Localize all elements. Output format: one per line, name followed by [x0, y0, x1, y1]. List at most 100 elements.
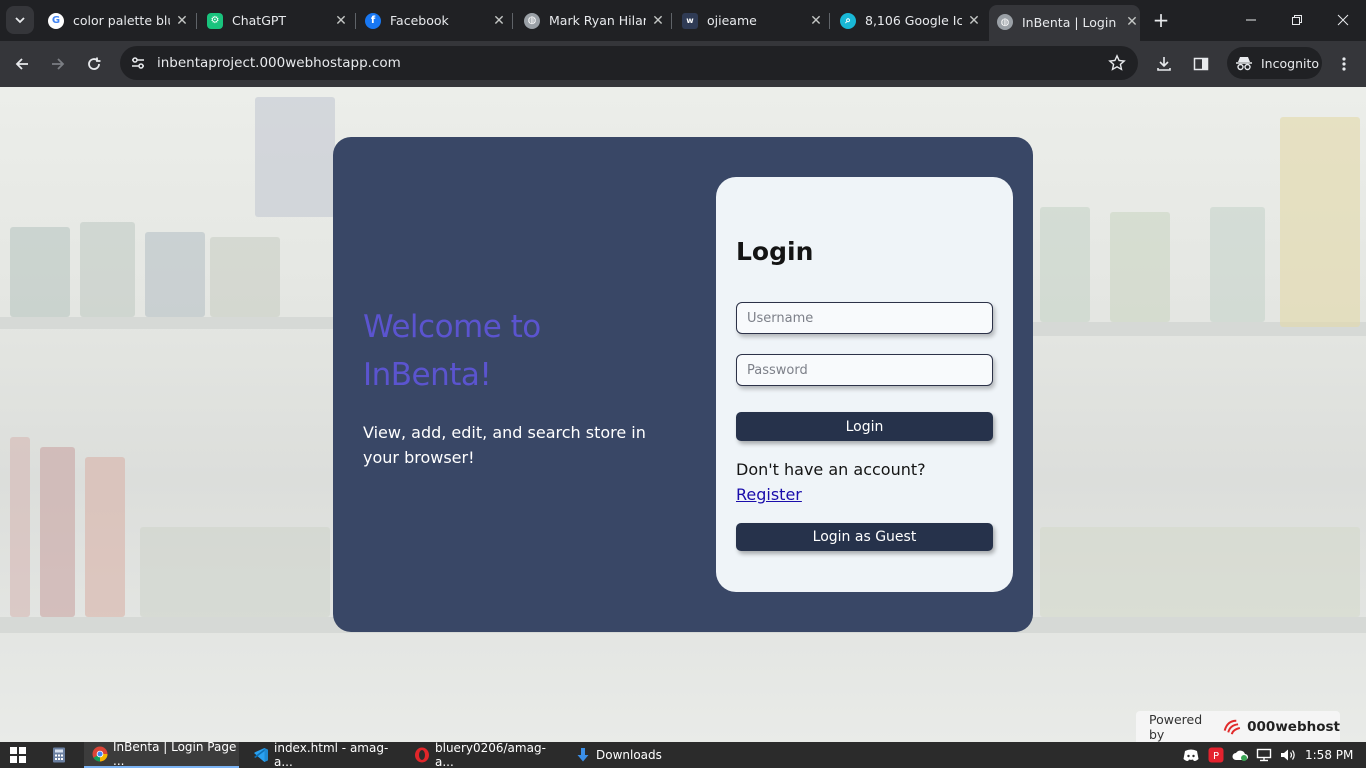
downloads-button[interactable] — [1150, 50, 1178, 78]
calculator-icon — [53, 747, 65, 763]
tab-title: Facebook — [390, 13, 449, 28]
tab-search-button[interactable] — [6, 6, 34, 34]
tab-color-palette[interactable]: G color palette blu ✕ — [40, 6, 190, 35]
login-title: Login — [736, 237, 814, 266]
chevron-down-icon — [15, 17, 25, 24]
tab-strip: G color palette blu ✕ ⚙ ChatGPT ✕ f Face… — [0, 0, 1366, 41]
restore-button[interactable] — [1274, 8, 1320, 32]
login-button[interactable]: Login — [736, 412, 993, 441]
restore-icon — [1292, 15, 1302, 25]
tab-divider — [196, 13, 197, 29]
new-tab-button[interactable]: + — [1151, 10, 1171, 30]
opera-icon — [414, 747, 430, 763]
minimize-icon — [1246, 19, 1256, 21]
taskbar-clock[interactable]: 1:58 PM — [1305, 748, 1353, 762]
welcome-line-1: Welcome to — [363, 309, 541, 345]
no-account-text: Don't have an account? — [736, 460, 926, 479]
reload-icon — [88, 57, 101, 70]
globe-icon: ◍ — [997, 14, 1013, 30]
taskbar-app-downloads[interactable]: Downloads — [567, 742, 723, 768]
tab-google-icons[interactable]: ⌕ 8,106 Google Ico ✕ — [832, 6, 982, 35]
tab-divider — [671, 13, 672, 29]
username-input[interactable] — [736, 302, 993, 334]
tab-divider — [355, 13, 356, 29]
download-icon — [1157, 57, 1171, 71]
incognito-indicator[interactable]: Incognito — [1227, 47, 1322, 79]
password-input[interactable] — [736, 354, 993, 386]
volume-icon[interactable] — [1280, 747, 1296, 763]
taskbar-app-opera[interactable]: bluery0206/amag-a... — [406, 741, 563, 768]
site-settings-icon[interactable] — [130, 55, 146, 71]
taskbar-app-label: Downloads — [596, 748, 662, 762]
forward-button[interactable] — [44, 50, 72, 78]
network-icon[interactable] — [1256, 747, 1272, 763]
download-icon — [575, 747, 591, 763]
chrome-icon — [92, 746, 108, 762]
url-text[interactable]: inbentaproject.000webhostapp.com — [157, 55, 401, 71]
close-icon[interactable]: ✕ — [650, 13, 666, 29]
address-bar[interactable]: inbentaproject.000webhostapp.com — [120, 46, 1138, 80]
close-icon[interactable]: ✕ — [491, 13, 507, 29]
more-vertical-icon — [1342, 57, 1346, 71]
arrow-right-icon — [52, 58, 65, 70]
close-icon[interactable]: ✕ — [1124, 14, 1140, 30]
login-panel: Login Login Don't have an account? Regis… — [716, 177, 1013, 592]
tab-chatgpt[interactable]: ⚙ ChatGPT ✕ — [199, 6, 349, 35]
host-brand-text: 000webhost — [1247, 718, 1340, 735]
taskbar-app-label: InBenta | Login Page ... — [113, 740, 237, 768]
tagline: View, add, edit, and search store in you… — [363, 423, 646, 467]
close-icon[interactable]: ✕ — [333, 13, 349, 29]
close-icon[interactable]: ✕ — [966, 13, 982, 29]
minimize-button[interactable] — [1228, 8, 1274, 32]
calculator-pinned[interactable] — [52, 742, 66, 768]
windows-taskbar: InBenta | Login Page ... index.html - am… — [0, 740, 1366, 768]
google-icon: G — [48, 12, 64, 29]
tab-mark-ryan[interactable]: ◍ Mark Ryan Hilari ✕ — [516, 6, 666, 35]
powered-by-badge[interactable]: Powered by 000webhost — [1136, 711, 1340, 742]
tab-title: Mark Ryan Hilari — [549, 13, 646, 28]
tab-facebook[interactable]: f Facebook ✕ — [357, 6, 507, 35]
taskbar-app-label: index.html - amag-a... — [274, 741, 389, 768]
site-icon: w — [682, 12, 698, 29]
globe-icon: ◍ — [524, 12, 540, 29]
side-panel-button[interactable] — [1187, 50, 1215, 78]
tab-title: ChatGPT — [232, 13, 287, 28]
close-icon[interactable]: ✕ — [174, 13, 190, 29]
login-as-guest-button[interactable]: Login as Guest — [736, 523, 993, 551]
tab-divider — [512, 13, 513, 29]
000webhost-logo-icon — [1223, 719, 1240, 734]
start-button[interactable] — [10, 742, 26, 768]
page-viewport: Welcome to InBenta! View, add, edit, and… — [0, 87, 1366, 742]
welcome-card: Welcome to InBenta! View, add, edit, and… — [333, 137, 1033, 632]
chatgpt-icon: ⚙ — [207, 12, 223, 29]
welcome-line-2: InBenta! — [363, 357, 492, 393]
incognito-icon — [1236, 57, 1252, 71]
reload-button[interactable] — [80, 50, 108, 78]
welcome-heading: Welcome to InBenta! — [363, 303, 623, 399]
close-icon — [1337, 14, 1349, 26]
tab-title: 8,106 Google Ico — [865, 13, 962, 28]
discord-icon[interactable] — [1183, 747, 1199, 763]
arrow-left-icon — [15, 58, 28, 70]
taskbar-app-vscode[interactable]: index.html - amag-a... — [245, 741, 403, 768]
bookmark-star-icon[interactable] — [1108, 54, 1126, 72]
facebook-icon: f — [365, 12, 381, 29]
cloud-sync-icon[interactable] — [1232, 747, 1248, 763]
tab-inbenta-login[interactable]: ◍ InBenta | Login P ✕ — [989, 5, 1140, 41]
register-link[interactable]: Register — [736, 485, 802, 504]
incognito-label: Incognito — [1261, 55, 1320, 71]
back-button[interactable] — [8, 50, 36, 78]
taskbar-app-chrome[interactable]: InBenta | Login Page ... — [84, 740, 239, 768]
tab-title: ojieame — [707, 13, 757, 28]
close-icon[interactable]: ✕ — [808, 13, 824, 29]
tab-ojieame[interactable]: w ojieame ✕ — [674, 6, 824, 35]
browser-toolbar: inbentaproject.000webhostapp.com Incogni… — [0, 41, 1366, 87]
vscode-icon — [253, 747, 269, 763]
side-panel-icon — [1193, 57, 1209, 71]
search-site-icon: ⌕ — [840, 12, 856, 29]
taskbar-app-label: bluery0206/amag-a... — [435, 741, 546, 768]
pdf-app-icon[interactable]: P — [1208, 747, 1224, 763]
close-window-button[interactable] — [1320, 8, 1366, 32]
powered-by-text: Powered by — [1149, 711, 1203, 742]
browser-menu-button[interactable] — [1330, 50, 1358, 78]
